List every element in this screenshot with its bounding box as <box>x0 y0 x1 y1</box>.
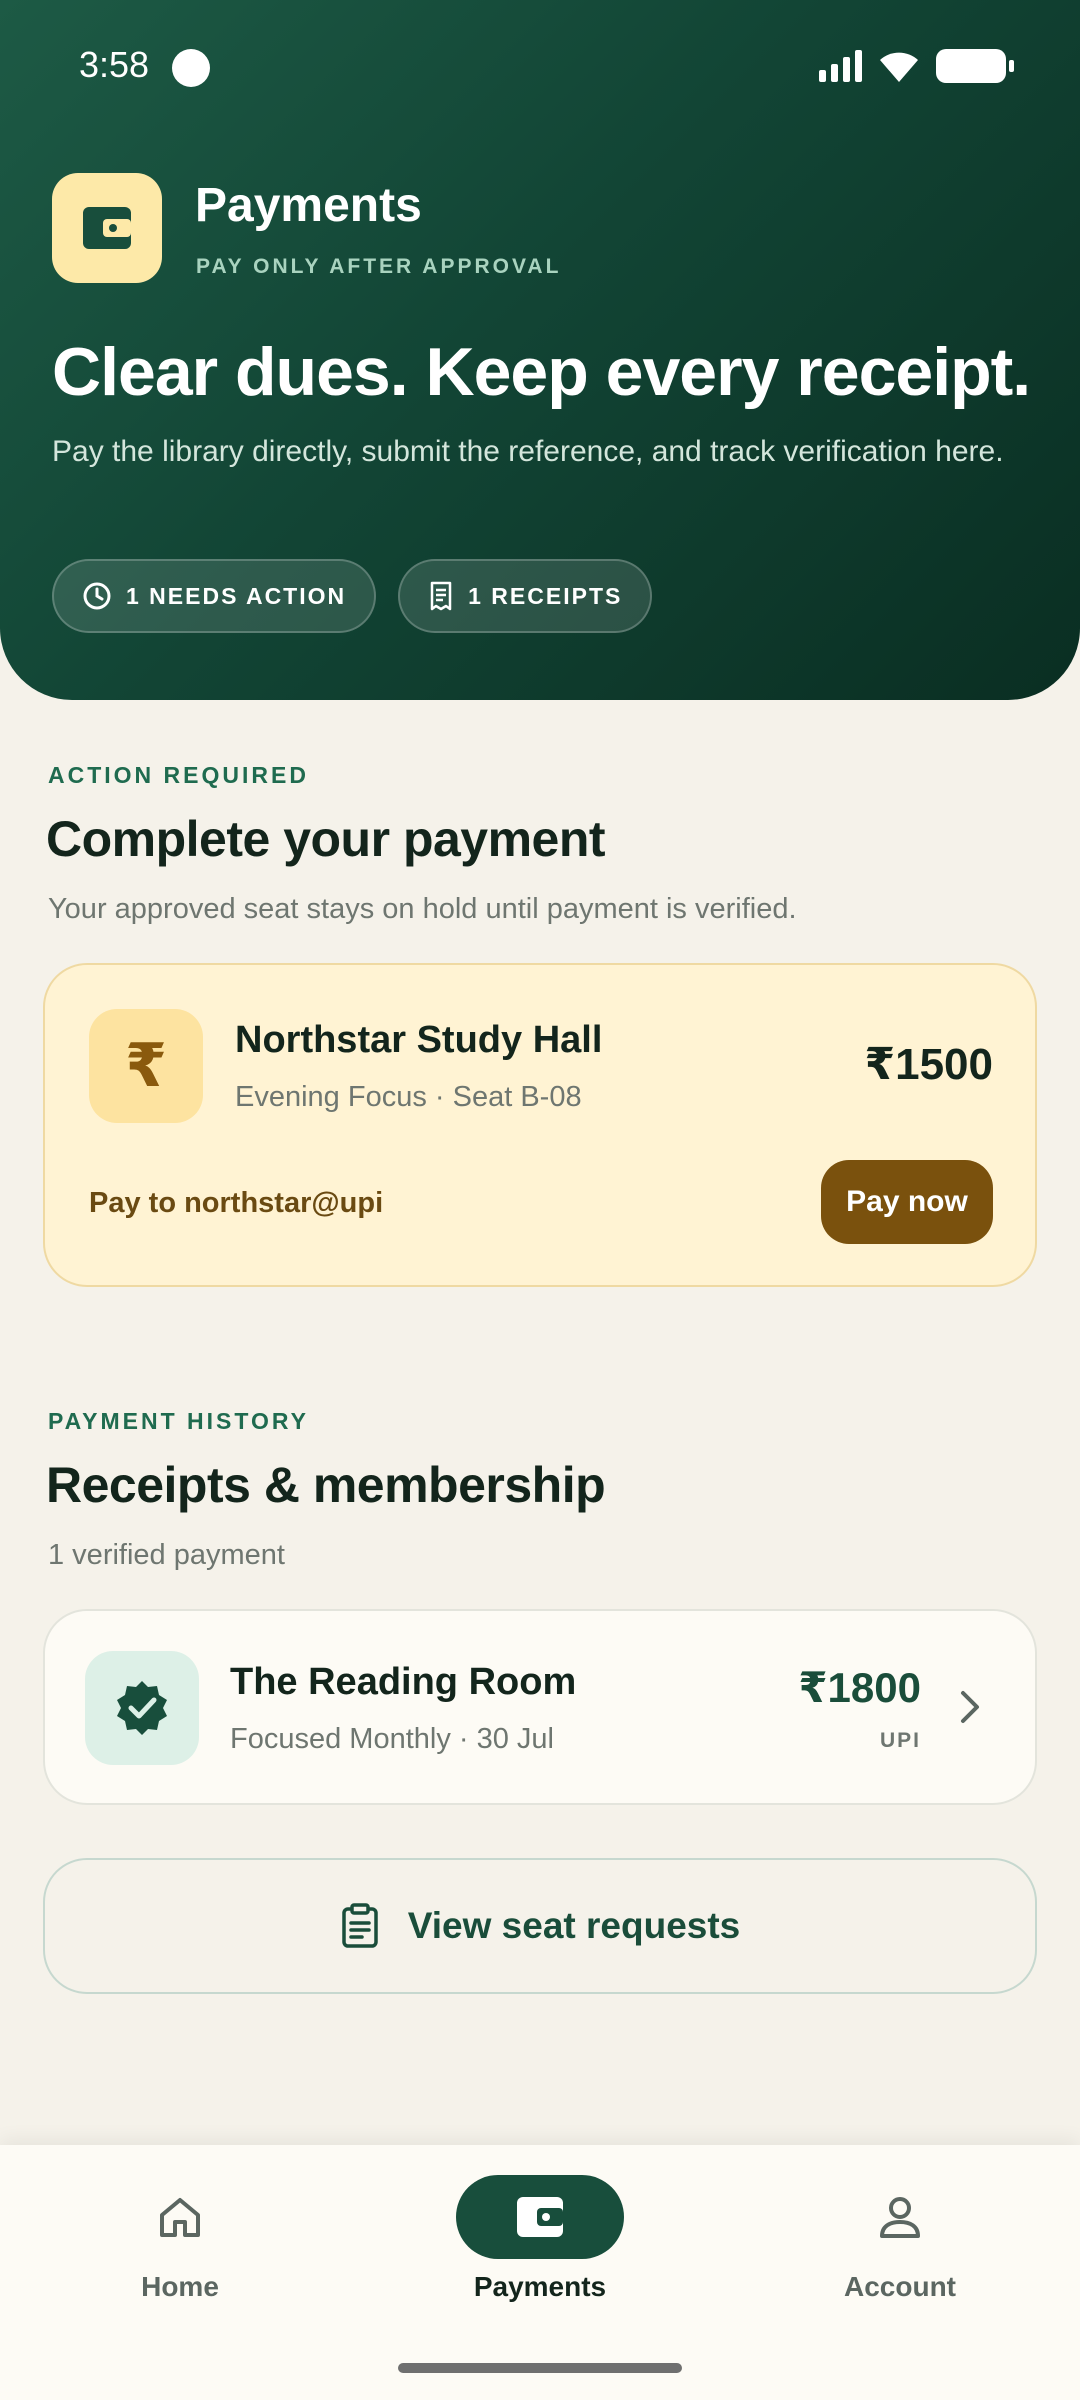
nav-payments-icon-wrap <box>456 2175 624 2259</box>
wallet-icon <box>52 173 162 283</box>
nav-home-icon-wrap <box>96 2175 264 2259</box>
verified-badge-icon <box>85 1651 199 1765</box>
action-eyebrow: ACTION REQUIRED <box>48 762 309 788</box>
hero-description: Pay the library directly, submit the ref… <box>52 435 1004 468</box>
home-indicator[interactable] <box>398 2363 682 2373</box>
receipt-library-name: The Reading Room <box>230 1661 577 1703</box>
clipboard-icon <box>342 1903 378 1948</box>
nav-account-icon-wrap <box>816 2175 984 2259</box>
status-icons <box>819 48 1014 84</box>
receipts-chip[interactable]: 1 RECEIPTS <box>398 559 653 633</box>
plan-details: Evening Focus · Seat B-08 <box>235 1081 582 1113</box>
home-icon <box>160 2198 200 2237</box>
needs-action-chip[interactable]: 1 NEEDS ACTION <box>52 559 377 633</box>
action-subtitle: Your approved seat stays on hold until p… <box>48 893 797 925</box>
page-subtitle: PAY ONLY AFTER APPROVAL <box>196 255 562 278</box>
receipts-label: 1 RECEIPTS <box>468 582 623 609</box>
nav-account[interactable]: Account <box>780 2175 1020 2303</box>
pay-now-button[interactable]: Pay now <box>821 1160 993 1244</box>
action-title: Complete your payment <box>46 811 606 867</box>
chevron-right-icon[interactable] <box>959 1689 983 1725</box>
receipt-icon <box>430 581 452 611</box>
history-subtitle: 1 verified payment <box>48 1539 285 1571</box>
hero-headline: Clear dues. Keep every receipt. <box>52 334 1031 410</box>
nav-payments-label: Payments <box>473 2271 607 2302</box>
wifi-icon <box>880 52 918 82</box>
rupee-icon: ₹ <box>89 1009 203 1123</box>
signal-icon <box>819 50 862 82</box>
clock-icon <box>83 582 111 610</box>
receipt-list-item[interactable]: The Reading Room Focused Monthly · 30 Ju… <box>43 1609 1037 1805</box>
needs-action-label: 1 NEEDS ACTION <box>126 582 347 609</box>
history-eyebrow: PAYMENT HISTORY <box>48 1408 309 1434</box>
history-title: Receipts & membership <box>46 1457 606 1513</box>
page-title: Payments <box>195 179 422 232</box>
library-name: Northstar Study Hall <box>235 1019 603 1061</box>
pending-payment-card[interactable]: ₹ Northstar Study Hall Evening Focus · S… <box>43 963 1037 1287</box>
nav-home[interactable]: Home <box>60 2175 300 2303</box>
person-icon <box>880 2197 920 2238</box>
battery-icon <box>936 49 1014 83</box>
view-seat-requests-label: View seat requests <box>407 1905 741 1946</box>
receipt-method: UPI <box>879 1729 921 1752</box>
upi-payee: Pay to northstar@upi <box>89 1187 384 1219</box>
receipt-amount: ₹1800 <box>798 1664 921 1711</box>
status-time: 3:58 <box>79 44 150 85</box>
view-seat-requests-button[interactable]: View seat requests <box>43 1858 1037 1994</box>
receipt-plan: Focused Monthly · 30 Jul <box>230 1723 554 1755</box>
nav-payments[interactable]: Payments <box>420 2175 660 2303</box>
wallet-icon <box>517 2197 563 2237</box>
status-bar: 3:58 <box>0 0 1080 130</box>
nav-account-label: Account <box>844 2271 956 2302</box>
notification-dot-icon <box>172 49 210 87</box>
amount-due: ₹1500 <box>864 1040 994 1089</box>
status-chips: 1 NEEDS ACTION 1 RECEIPTS <box>52 559 653 633</box>
bottom-navigation: Home Payments Account <box>0 2145 1080 2400</box>
nav-home-label: Home <box>141 2271 219 2302</box>
hero-header: 3:58 Payments PAY ONLY AFTER APPROVAL Cl… <box>0 0 1080 700</box>
